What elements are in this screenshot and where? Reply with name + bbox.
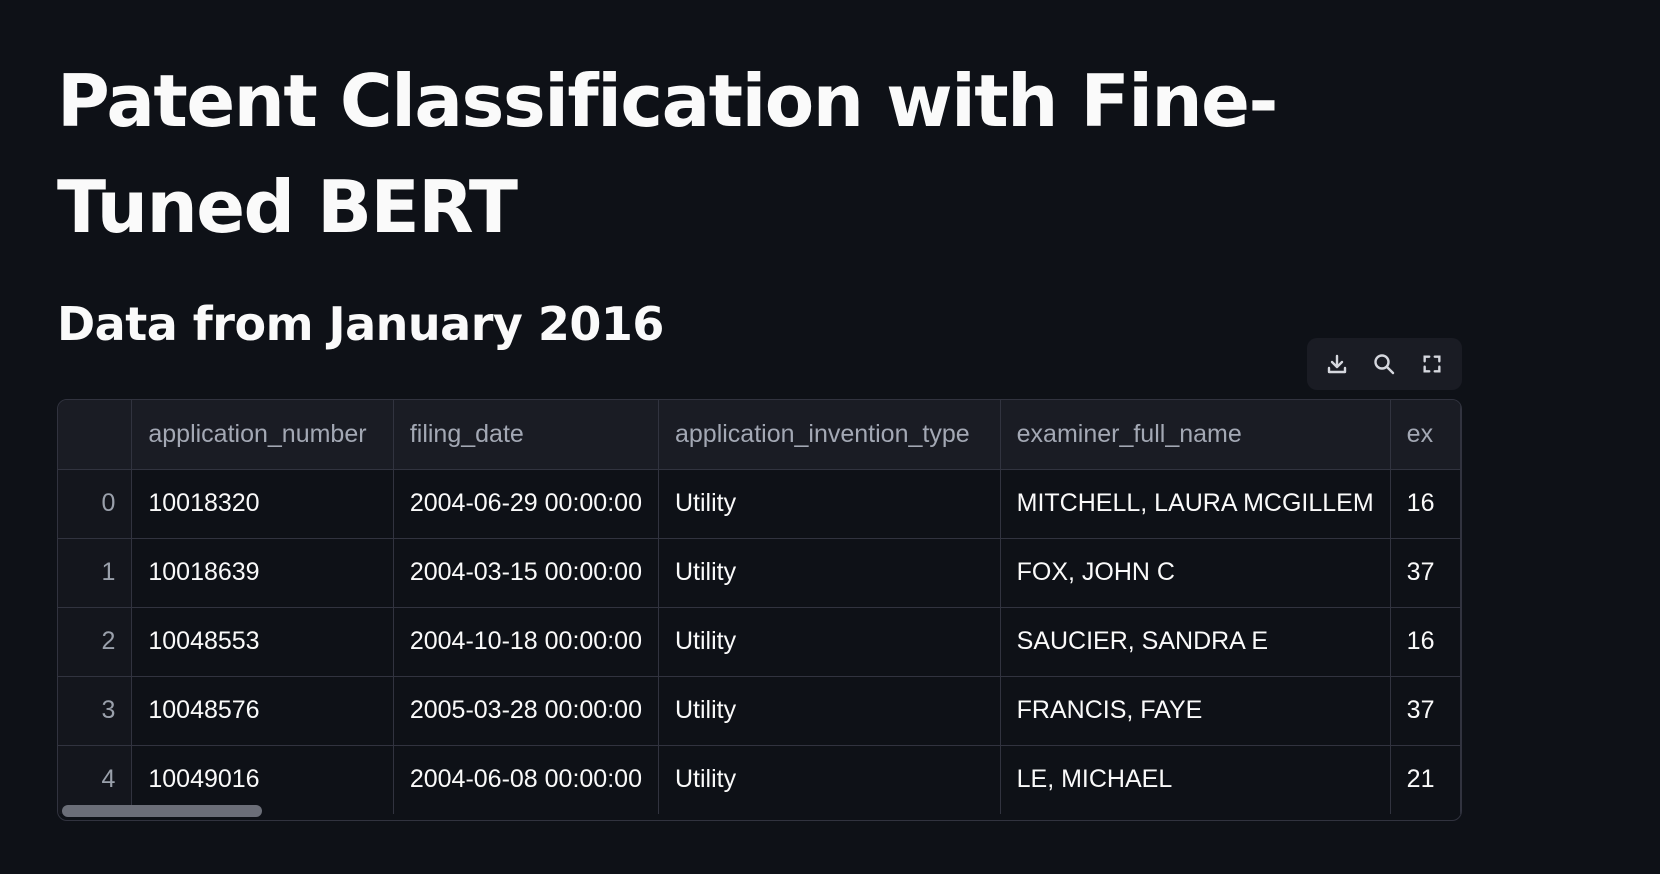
cell-application-number[interactable]: 10048553 [131,607,394,677]
cell-examiner-name[interactable]: FRANCIS, FAYE [1000,676,1391,746]
cell-invention-type[interactable]: Utility [658,538,1001,608]
cell-application-number[interactable]: 10018639 [131,538,394,608]
cell-examiner-name[interactable]: LE, MICHAEL [1000,745,1391,814]
dataframe-grid[interactable]: application_number filing_date applicati… [57,399,1462,821]
cell-invention-type[interactable]: Utility [658,607,1001,677]
fullscreen-icon [1423,355,1441,373]
cell-invention-type[interactable]: Utility [658,676,1001,746]
cell-truncated[interactable]: 37 [1390,538,1461,608]
search-button[interactable] [1364,344,1404,384]
cell-examiner-name[interactable]: FOX, JOHN C [1000,538,1391,608]
cell-application-number[interactable]: 10049016 [131,745,394,814]
column-header-truncated[interactable]: ex [1390,400,1461,470]
cell-examiner-name[interactable]: MITCHELL, LAURA MCGILLEM [1000,469,1391,539]
cell-truncated[interactable]: 16 [1390,607,1461,677]
cell-application-number[interactable]: 10018320 [131,469,394,539]
column-header-index[interactable] [58,400,133,470]
table-row: 0 10018320 2004-06-29 00:00:00 Utility M… [58,469,1461,539]
row-index[interactable]: 3 [58,676,133,746]
column-header-examiner-name[interactable]: examiner_full_name [1000,400,1391,470]
column-header-filing-date[interactable]: filing_date [393,400,659,470]
fullscreen-button[interactable] [1412,344,1452,384]
download-button[interactable] [1317,344,1357,384]
row-index[interactable]: 0 [58,469,133,539]
cell-filing-date[interactable]: 2004-10-18 00:00:00 [393,607,659,677]
cell-filing-date[interactable]: 2004-06-08 00:00:00 [393,745,659,814]
cell-filing-date[interactable]: 2004-06-29 00:00:00 [393,469,659,539]
table-row: 2 10048553 2004-10-18 00:00:00 Utility S… [58,607,1461,677]
row-index[interactable]: 1 [58,538,133,608]
cell-truncated[interactable]: 37 [1390,676,1461,746]
cell-truncated[interactable]: 21 [1390,745,1461,814]
cell-truncated[interactable]: 16 [1390,469,1461,539]
cell-filing-date[interactable]: 2005-03-28 00:00:00 [393,676,659,746]
row-index[interactable]: 2 [58,607,133,677]
table-header-row: application_number filing_date applicati… [58,400,1461,470]
cell-examiner-name[interactable]: SAUCIER, SANDRA E [1000,607,1391,677]
table-row: 1 10018639 2004-03-15 00:00:00 Utility F… [58,538,1461,608]
table-row: 3 10048576 2005-03-28 00:00:00 Utility F… [58,676,1461,746]
data-table: application_number filing_date applicati… [58,400,1461,814]
cell-invention-type[interactable]: Utility [658,745,1001,814]
column-header-application-number[interactable]: application_number [131,400,394,470]
section-subheader: Data from January 2016 [57,297,664,351]
download-icon [1327,354,1347,374]
cell-application-number[interactable]: 10048576 [131,676,394,746]
page-title: Patent Classification with Fine-Tuned BE… [57,59,1278,249]
dataframe-toolbar [1307,338,1462,390]
column-header-invention-type[interactable]: application_invention_type [658,400,1001,470]
search-icon [1374,354,1395,375]
row-index[interactable]: 4 [58,745,133,814]
horizontal-scrollbar-thumb[interactable] [62,805,262,817]
cell-filing-date[interactable]: 2004-03-15 00:00:00 [393,538,659,608]
cell-invention-type[interactable]: Utility [658,469,1001,539]
table-row: 4 10049016 2004-06-08 00:00:00 Utility L… [58,745,1461,814]
